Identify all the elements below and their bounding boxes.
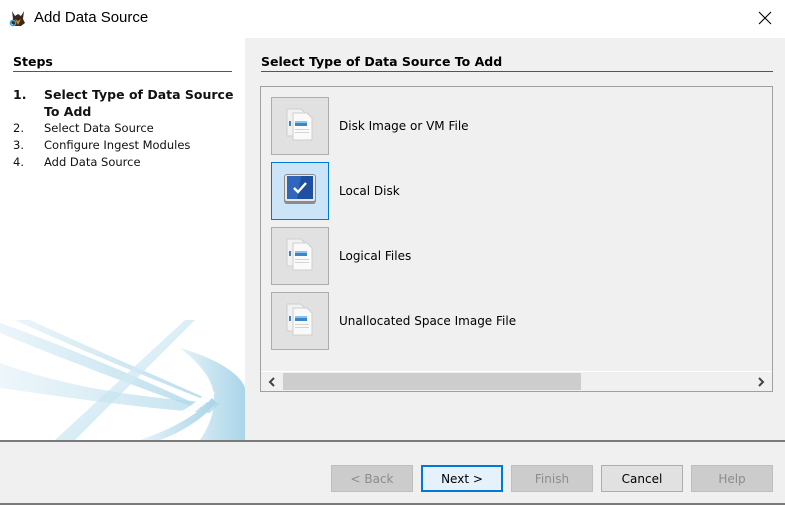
step-label: Add Data Source	[44, 155, 141, 169]
next-button[interactable]: Next >	[421, 465, 503, 492]
finish-button[interactable]: Finish	[511, 465, 593, 492]
option-label: Unallocated Space Image File	[339, 314, 517, 328]
section-divider	[261, 71, 773, 72]
files-icon	[284, 106, 316, 146]
option-tile[interactable]	[271, 97, 329, 155]
step-item-1: 1. Select Type of Data Source To Add	[13, 86, 238, 120]
option-unallocated-space[interactable]: Unallocated Space Image File	[271, 292, 516, 350]
option-local-disk[interactable]: Local Disk	[271, 162, 400, 220]
step-number: 2.	[13, 121, 24, 135]
data-source-type-list: Disk Image or VM File Local Disk Logical…	[260, 86, 773, 392]
step-label: Configure Ingest Modules	[44, 138, 191, 152]
horizontal-scrollbar[interactable]	[261, 371, 772, 391]
option-disk-image[interactable]: Disk Image or VM File	[271, 97, 469, 155]
steps-heading: Steps	[13, 54, 53, 69]
option-tile[interactable]	[271, 292, 329, 350]
button-bar: < Back Next > Finish Cancel Help	[0, 440, 785, 505]
scroll-left-button[interactable]	[261, 372, 283, 391]
chevron-right-icon	[757, 372, 765, 391]
step-number: 4.	[13, 155, 24, 169]
content-panel: Select Type of Data Source To Add Disk I…	[245, 38, 785, 440]
step-item-3: 3. Configure Ingest Modules	[13, 137, 238, 154]
local-disk-check-icon	[281, 170, 319, 212]
steps-divider	[13, 71, 232, 72]
option-label: Disk Image or VM File	[339, 119, 469, 133]
back-button[interactable]: < Back	[331, 465, 413, 492]
decorative-swoosh	[0, 320, 245, 440]
files-icon	[284, 301, 316, 341]
option-label: Logical Files	[339, 249, 412, 263]
step-number: 1.	[13, 87, 27, 102]
help-button[interactable]: Help	[691, 465, 773, 492]
step-number: 3.	[13, 138, 24, 152]
option-logical-files[interactable]: Logical Files	[271, 227, 411, 285]
window-title: Add Data Source	[34, 9, 149, 26]
steps-list: 1. Select Type of Data Source To Add 2. …	[13, 86, 238, 171]
close-button[interactable]	[745, 0, 785, 38]
step-label: Select Data Source	[44, 121, 154, 135]
scroll-right-button[interactable]	[750, 372, 772, 391]
autopsy-dog-icon	[9, 9, 27, 27]
steps-panel: Steps 1. Select Type of Data Source To A…	[0, 38, 245, 440]
option-tile[interactable]	[271, 162, 329, 220]
title-bar: Add Data Source	[0, 0, 785, 38]
step-item-2: 2. Select Data Source	[13, 120, 238, 137]
step-label: Select Type of Data Source To Add	[44, 87, 234, 119]
chevron-left-icon	[268, 372, 276, 391]
option-tile[interactable]	[271, 227, 329, 285]
files-icon	[284, 236, 316, 276]
section-heading: Select Type of Data Source To Add	[261, 54, 503, 69]
close-icon	[758, 10, 772, 29]
option-label: Local Disk	[339, 184, 400, 198]
scrollbar-thumb[interactable]	[283, 373, 581, 390]
step-item-4: 4. Add Data Source	[13, 154, 238, 171]
cancel-button[interactable]: Cancel	[601, 465, 683, 492]
